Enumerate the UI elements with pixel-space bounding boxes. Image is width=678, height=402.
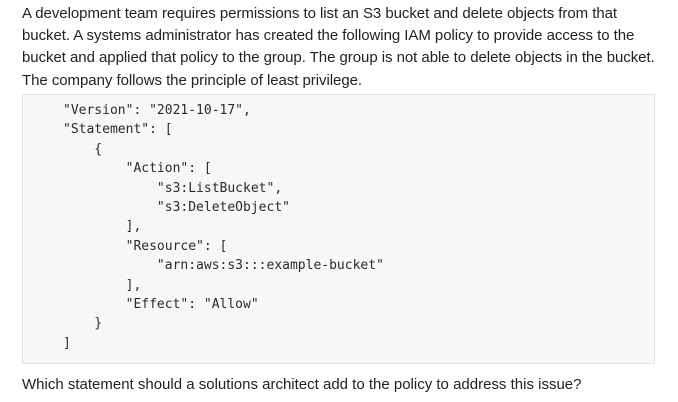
code-line: "Statement": [ <box>63 122 173 138</box>
question-prompt-text: Which statement should a solutions archi… <box>22 376 582 393</box>
code-line: } <box>63 316 103 332</box>
code-line: "arn:aws:s3:::example-bucket" <box>63 258 384 274</box>
code-line: "Resource": [ <box>63 238 228 254</box>
question-page: A development team requires permissions … <box>0 0 678 402</box>
question-intro-text: A development team requires permissions … <box>22 5 655 89</box>
code-line: "s3:ListBucket", <box>63 180 283 196</box>
code-line: "Effect": "Allow" <box>63 296 259 312</box>
code-line: ], <box>63 277 142 293</box>
code-line: ], <box>63 219 142 235</box>
code-line: ] <box>63 335 71 351</box>
code-line: "Version": "2021-10-17", <box>63 103 251 118</box>
code-line: "s3:DeleteObject" <box>63 199 290 215</box>
iam-policy-code-block: "Version": "2021-10-17", "Statement": [ {… <box>22 94 655 364</box>
iam-policy-code: "Version": "2021-10-17", "Statement": [ {… <box>63 101 654 353</box>
code-line: "Action": [ <box>63 161 212 177</box>
code-line: { <box>63 141 103 157</box>
